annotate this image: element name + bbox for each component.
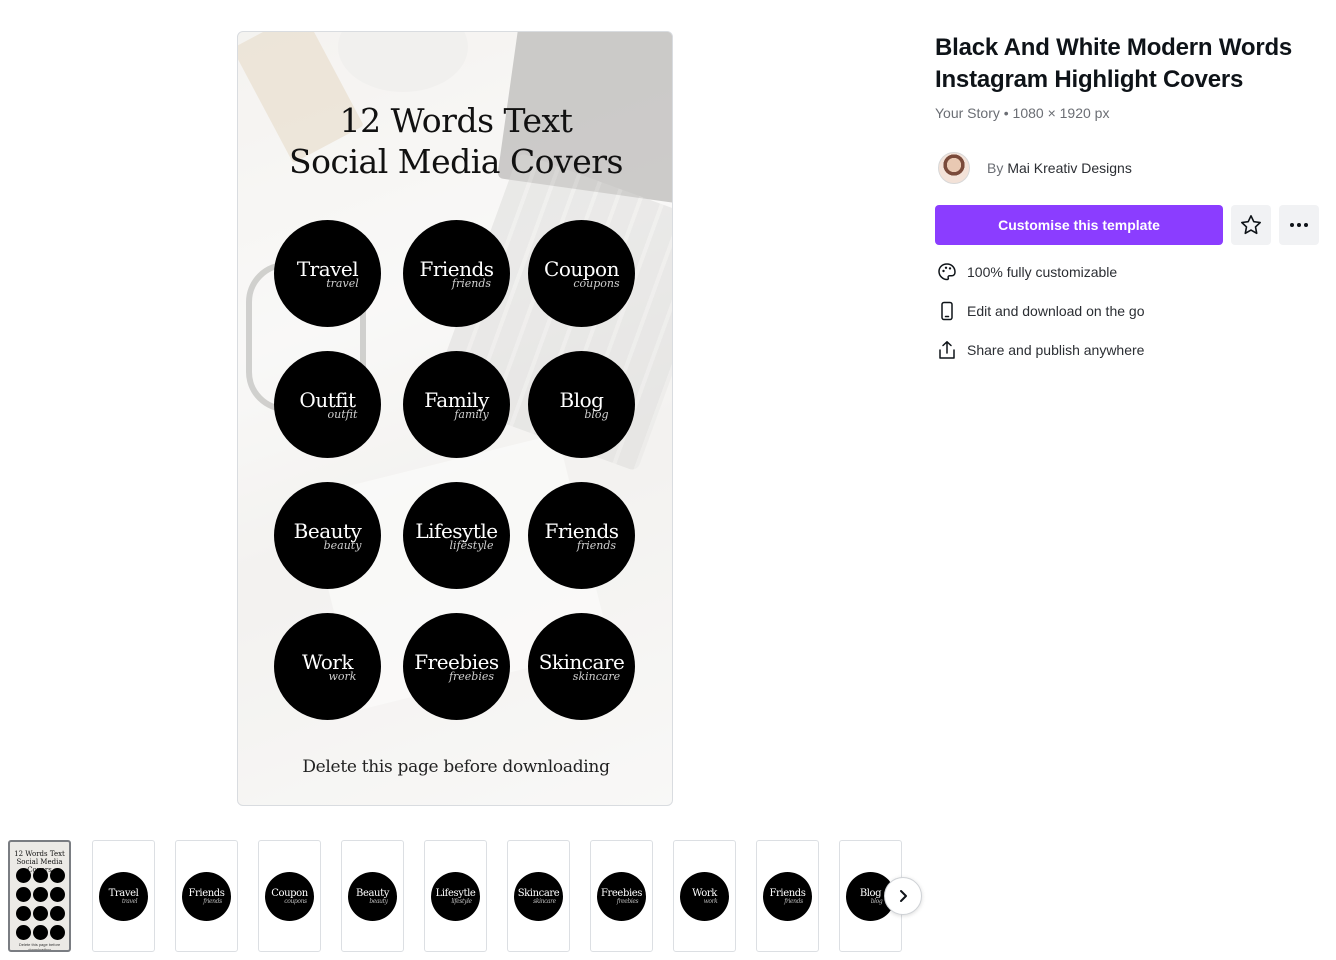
more-horizontal-icon [1290, 223, 1308, 227]
mini-cover [33, 868, 48, 883]
thumbnail-cover: Lifesytle lifestyle [431, 871, 480, 921]
template-meta: Your Story • 1080 × 1920 px [935, 105, 1110, 121]
customise-template-button[interactable]: Customise this template [935, 205, 1223, 245]
avatar[interactable] [938, 152, 970, 184]
cover-circle: Freebies freebies [403, 613, 510, 720]
mini-cover [16, 906, 31, 921]
template-preview[interactable]: 12 Words Text Social Media Covers Travel… [237, 31, 673, 806]
mini-cover [16, 887, 31, 902]
mini-cover [33, 906, 48, 921]
thumbnail-page-10[interactable]: Friends friends [756, 840, 819, 952]
thumbnail-script-label: friends [784, 897, 803, 905]
cover-script-label: beauty [323, 539, 362, 552]
thumbnail-page-5[interactable]: Beauty beauty [341, 840, 404, 952]
thumbnail-script-label: lifestyle [451, 897, 472, 905]
mini-cover [16, 925, 31, 940]
thumbnail-script-label: work [703, 897, 718, 905]
cover-circle: Blog blog [528, 351, 635, 458]
feature-text: Edit and download on the go [967, 303, 1145, 319]
cover-script-label: work [328, 670, 357, 683]
cover-script-label: lifestyle [449, 539, 494, 552]
mini-cover [50, 887, 65, 902]
cover-script-label: travel [326, 277, 359, 290]
thumbnail-page-8[interactable]: Freebies freebies [590, 840, 653, 952]
thumbnail-cover: Travel travel [99, 871, 148, 921]
palette-icon [935, 260, 959, 284]
author-prefix: By [987, 160, 1004, 176]
thumbnail-cover: Friends friends [182, 871, 231, 921]
thumbnail-page-6[interactable]: Lifesytle lifestyle [424, 840, 487, 952]
thumbnail-page-7[interactable]: Skincare skincare [507, 840, 570, 952]
thumbnail-script-label: friends [203, 897, 222, 905]
thumbnail-script-label: travel [121, 897, 138, 905]
thumbnail-cover: Beauty beauty [348, 871, 397, 921]
cover-circle: Friends friends [403, 220, 510, 327]
thumbnail-script-label: coupons [284, 897, 307, 905]
thumbnail-page-4[interactable]: Coupon coupons [258, 840, 321, 952]
mini-cover [16, 868, 31, 883]
thumbnail-cover: Skincare skincare [514, 871, 563, 921]
cover-circle: Work work [274, 613, 381, 720]
cover-script-label: blog [584, 408, 609, 421]
feature-text: Share and publish anywhere [967, 342, 1145, 358]
cover-script-label: outfit [327, 408, 358, 421]
favorite-button[interactable] [1231, 205, 1271, 245]
cover-circle: Beauty beauty [274, 482, 381, 589]
cover-circle: Lifesytle lifestyle [403, 482, 510, 589]
thumbnail-page-2[interactable]: Travel travel [92, 840, 155, 952]
feature-customizable: 100% fully customizable [935, 260, 1117, 284]
mini-cover [50, 925, 65, 940]
thumbnail-page-9[interactable]: Work work [673, 840, 736, 952]
cover-script-label: freebies [448, 670, 495, 683]
feature-text: 100% fully customizable [967, 264, 1118, 280]
thumbnail-cover: Coupon coupons [265, 871, 314, 921]
mini-preview: 12 Words Text Social Media Covers Delete… [10, 842, 69, 950]
thumbnail-script-label: blog [870, 897, 883, 905]
thumbnail-cover: Work work [680, 871, 729, 921]
thumbnail-page-3[interactable]: Friends friends [175, 840, 238, 952]
mini-note: Delete this page before downloading [18, 942, 61, 952]
phone-icon [935, 299, 959, 323]
cover-circle: Skincare skincare [528, 613, 635, 720]
cover-script-label: friends [576, 539, 617, 552]
thumbnail-script-label: skincare [533, 897, 556, 905]
cover-script-label: family [454, 408, 489, 421]
cover-circle: Friends friends [528, 482, 635, 589]
mini-cover [50, 868, 65, 883]
share-icon [935, 338, 959, 362]
cover-script-label: coupons [573, 277, 620, 290]
mini-cover [33, 925, 48, 940]
thumbnail-cover: Freebies freebies [597, 871, 646, 921]
cover-script-label: friends [451, 277, 492, 290]
mini-cover [50, 906, 65, 921]
cover-script-label: skincare [572, 670, 621, 683]
preview-note: Delete this page before downloading [302, 757, 610, 777]
template-title: Black And White Modern Words Instagram H… [935, 34, 1293, 93]
author-name-link[interactable]: Mai Kreativ Designs [1007, 160, 1132, 176]
feature-share: Share and publish anywhere [935, 338, 1144, 362]
thumbnails-next-button[interactable] [884, 877, 922, 915]
preview-title: 12 Words Text Social Media Covers [289, 101, 623, 181]
cover-circle: Coupon coupons [528, 220, 635, 327]
cover-circle: Family family [403, 351, 510, 458]
author-row[interactable]: By Mai Kreativ Designs [938, 152, 1132, 184]
page-thumbnails: 12 Words Text Social Media Covers Delete… [8, 840, 908, 952]
more-options-button[interactable] [1279, 205, 1319, 245]
chevron-right-icon [900, 890, 907, 902]
cover-circle: Outfit outfit [274, 351, 381, 458]
mini-cover [33, 887, 48, 902]
feature-mobile: Edit and download on the go [935, 299, 1144, 323]
thumbnail-page-1[interactable]: 12 Words Text Social Media Covers Delete… [8, 840, 71, 952]
thumbnail-script-label: beauty [369, 897, 388, 905]
star-icon [1241, 215, 1261, 235]
thumbnail-script-label: freebies [616, 897, 639, 905]
thumbnail-cover: Friends friends [763, 871, 812, 921]
cover-circle: Travel travel [274, 220, 381, 327]
